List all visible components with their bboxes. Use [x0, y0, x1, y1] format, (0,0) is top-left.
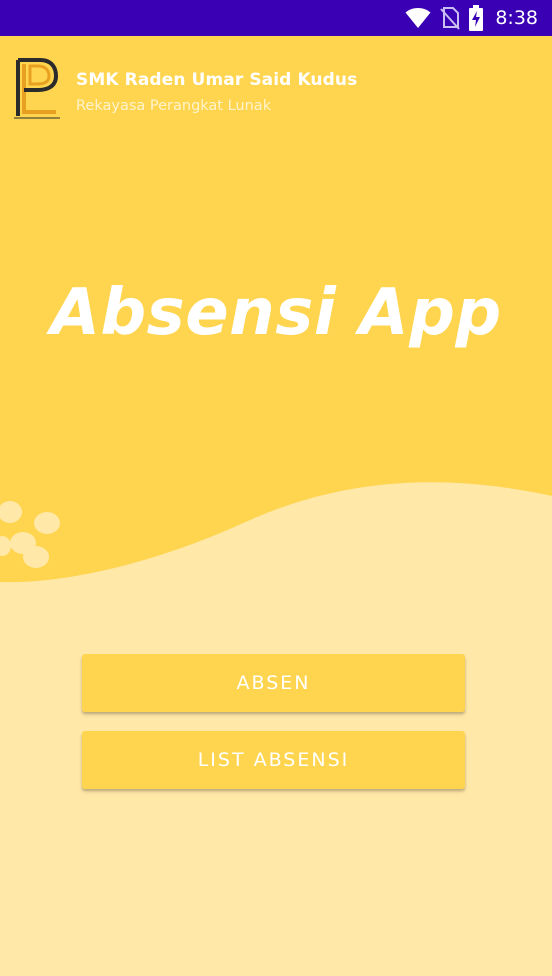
status-bar: 8:38 [0, 0, 552, 36]
absen-button[interactable]: ABSEN [82, 654, 465, 712]
status-icons: 8:38 [405, 0, 538, 36]
school-logo-icon [14, 58, 60, 119]
wifi-icon [405, 8, 431, 28]
dots-decoration [0, 501, 60, 568]
list-absensi-button[interactable]: LIST ABSENSI [82, 731, 465, 789]
app-title: Absensi App [50, 276, 502, 350]
no-sim-icon [440, 7, 461, 30]
status-time: 8:38 [495, 7, 538, 29]
department-name: Rekayasa Perangkat Lunak [76, 98, 272, 114]
battery-charging-icon [469, 5, 484, 31]
app-header: SMK Raden Umar Said Kudus Rekayasa Peran… [12, 56, 357, 122]
school-name: SMK Raden Umar Said Kudus [76, 70, 358, 90]
